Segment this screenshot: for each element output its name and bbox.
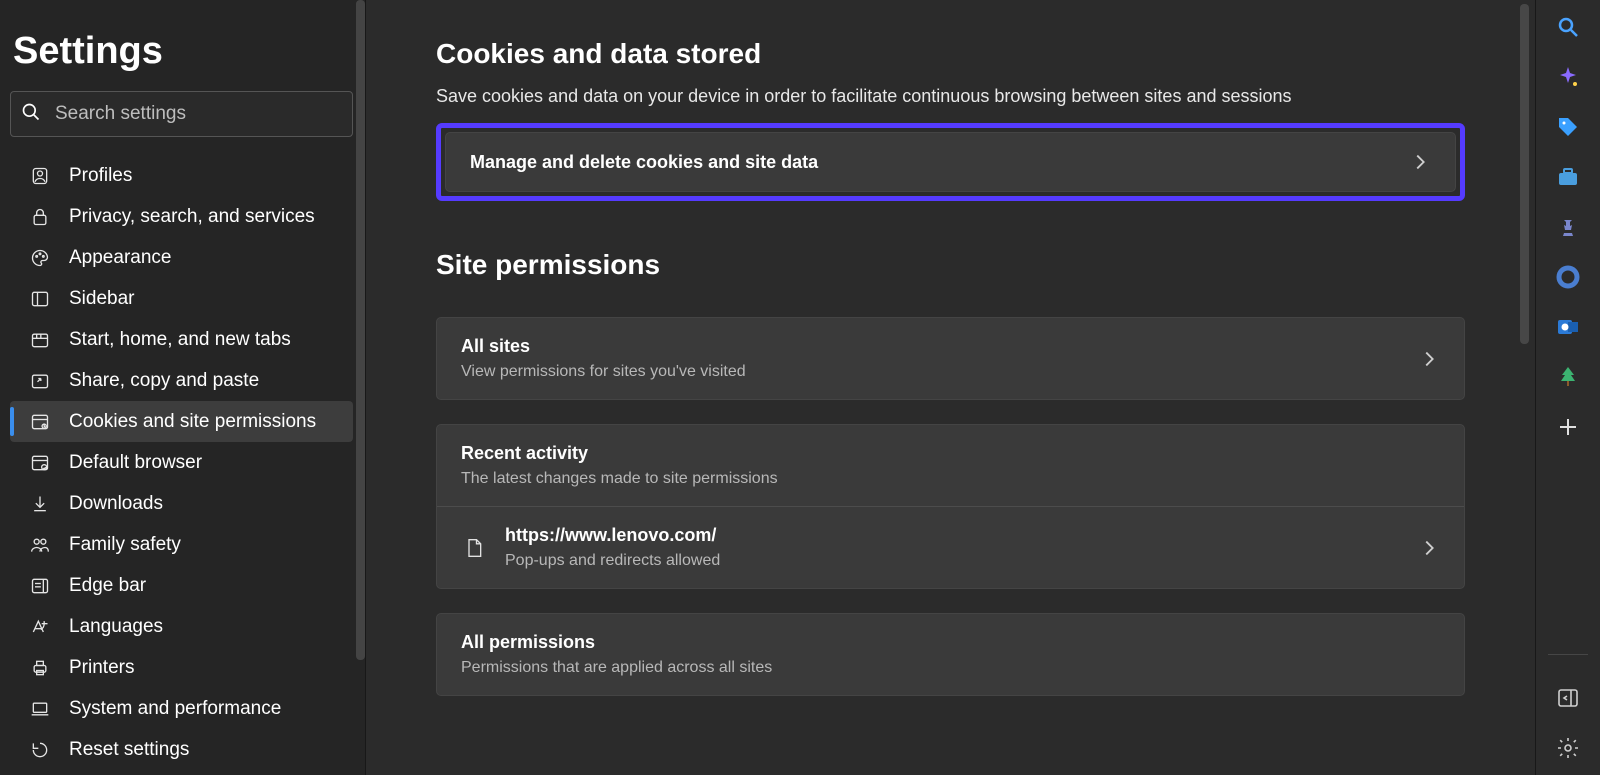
sidebar-item-label: Profiles xyxy=(69,165,132,187)
sidebar-item-printers[interactable]: Printers xyxy=(10,647,353,688)
expand-panel-icon[interactable] xyxy=(1555,685,1581,711)
language-icon xyxy=(29,617,51,637)
site-permissions-title: Site permissions xyxy=(436,249,1465,281)
user-icon xyxy=(29,166,51,186)
main-scrollbar[interactable] xyxy=(1520,4,1529,344)
sidebar-scrollbar[interactable] xyxy=(356,0,365,660)
all-permissions-sub: Permissions that are applied across all … xyxy=(461,659,1440,677)
settings-sidebar: Settings Profiles Privacy, search, and s… xyxy=(0,0,365,775)
settings-nav: Profiles Privacy, search, and services A… xyxy=(10,155,353,770)
sidebar-item-label: Share, copy and paste xyxy=(69,370,259,392)
download-icon xyxy=(29,494,51,514)
recent-activity-header: Recent activity The latest changes made … xyxy=(437,425,1464,506)
manage-cookies-row[interactable]: Manage and delete cookies and site data xyxy=(446,133,1455,191)
recent-site-url: https://www.lenovo.com/ xyxy=(505,525,1418,546)
highlight-frame: Manage and delete cookies and site data xyxy=(436,123,1465,201)
sidebar-item-label: Cookies and site permissions xyxy=(69,411,316,433)
sidebar-item-privacy[interactable]: Privacy, search, and services xyxy=(10,196,353,237)
settings-main: Cookies and data stored Save cookies and… xyxy=(365,0,1535,775)
recent-activity-title: Recent activity xyxy=(461,443,1440,464)
sidebar-item-label: Sidebar xyxy=(69,288,135,310)
all-sites-card: All sites View permissions for sites you… xyxy=(436,317,1465,400)
sidebar-item-label: Printers xyxy=(69,657,134,679)
sidebar-item-label: Languages xyxy=(69,616,163,638)
edge-right-bar xyxy=(1535,0,1600,775)
sidebar-item-profiles[interactable]: Profiles xyxy=(10,155,353,196)
settings-gear-icon[interactable] xyxy=(1555,735,1581,761)
recent-site-desc: Pop-ups and redirects allowed xyxy=(505,552,1418,570)
search-settings-box[interactable] xyxy=(10,91,353,137)
share-icon xyxy=(29,371,51,391)
sidebar-item-sidebar[interactable]: Sidebar xyxy=(10,278,353,319)
sidebar-item-appearance[interactable]: Appearance xyxy=(10,237,353,278)
sidebar-item-cookies[interactable]: Cookies and site permissions xyxy=(10,401,353,442)
sidebar-item-default[interactable]: Default browser xyxy=(10,442,353,483)
office-icon[interactable] xyxy=(1555,264,1581,290)
all-sites-sub: View permissions for sites you've visite… xyxy=(461,363,1418,381)
sidebar-item-family[interactable]: Family safety xyxy=(10,524,353,565)
reset-icon xyxy=(29,740,51,760)
sidebar-item-edgebar[interactable]: Edge bar xyxy=(10,565,353,606)
all-sites-row[interactable]: All sites View permissions for sites you… xyxy=(437,318,1464,399)
sidebar-item-label: Privacy, search, and services xyxy=(69,206,315,228)
chevron-right-icon xyxy=(1418,537,1440,559)
sidebar-item-share[interactable]: Share, copy and paste xyxy=(10,360,353,401)
settings-title: Settings xyxy=(13,30,353,73)
tree-icon[interactable] xyxy=(1555,364,1581,390)
manage-cookies-label: Manage and delete cookies and site data xyxy=(470,152,1409,173)
browser-icon xyxy=(29,453,51,473)
chess-icon[interactable] xyxy=(1555,214,1581,240)
sidebar-item-label: Default browser xyxy=(69,452,202,474)
all-sites-label: All sites xyxy=(461,336,1418,357)
people-icon xyxy=(29,535,51,555)
all-permissions-header: All permissions Permissions that are app… xyxy=(437,614,1464,695)
sidebar-item-label: Family safety xyxy=(69,534,181,556)
sidebar-item-reset[interactable]: Reset settings xyxy=(10,729,353,770)
recent-activity-sub: The latest changes made to site permissi… xyxy=(461,470,1440,488)
divider xyxy=(1548,654,1588,655)
chevron-right-icon xyxy=(1409,151,1431,173)
sidebar-item-label: System and performance xyxy=(69,698,281,720)
sidebar-item-label: Start, home, and new tabs xyxy=(69,329,291,351)
laptop-icon xyxy=(29,699,51,719)
cookie-icon xyxy=(29,412,51,432)
sidebar-item-label: Downloads xyxy=(69,493,163,515)
tag-icon[interactable] xyxy=(1555,114,1581,140)
chevron-right-icon xyxy=(1418,348,1440,370)
printer-icon xyxy=(29,658,51,678)
palette-icon xyxy=(29,248,51,268)
sidebar-item-start[interactable]: Start, home, and new tabs xyxy=(10,319,353,360)
recent-activity-card: Recent activity The latest changes made … xyxy=(436,424,1465,589)
search-settings-input[interactable] xyxy=(55,103,342,125)
briefcase-icon[interactable] xyxy=(1555,164,1581,190)
recent-site-row[interactable]: https://www.lenovo.com/ Pop-ups and redi… xyxy=(437,506,1464,588)
document-icon xyxy=(461,535,487,561)
sidebar-icon xyxy=(29,289,51,309)
sparkle-icon[interactable] xyxy=(1555,64,1581,90)
sidebar-item-system[interactable]: System and performance xyxy=(10,688,353,729)
search-icon xyxy=(21,102,55,127)
sidebar-item-languages[interactable]: Languages xyxy=(10,606,353,647)
sidebar-item-label: Edge bar xyxy=(69,575,146,597)
sidebar-item-label: Appearance xyxy=(69,247,171,269)
all-permissions-card: All permissions Permissions that are app… xyxy=(436,613,1465,696)
sidebar-item-downloads[interactable]: Downloads xyxy=(10,483,353,524)
plus-icon[interactable] xyxy=(1555,414,1581,440)
all-permissions-title: All permissions xyxy=(461,632,1440,653)
cookies-section-title: Cookies and data stored xyxy=(436,38,1465,70)
cookies-section-desc: Save cookies and data on your device in … xyxy=(436,86,1465,107)
search-icon[interactable] xyxy=(1555,14,1581,40)
edgebar-icon xyxy=(29,576,51,596)
tabs-icon xyxy=(29,330,51,350)
sidebar-item-label: Reset settings xyxy=(69,739,189,761)
outlook-icon[interactable] xyxy=(1555,314,1581,340)
lock-icon xyxy=(29,207,51,227)
